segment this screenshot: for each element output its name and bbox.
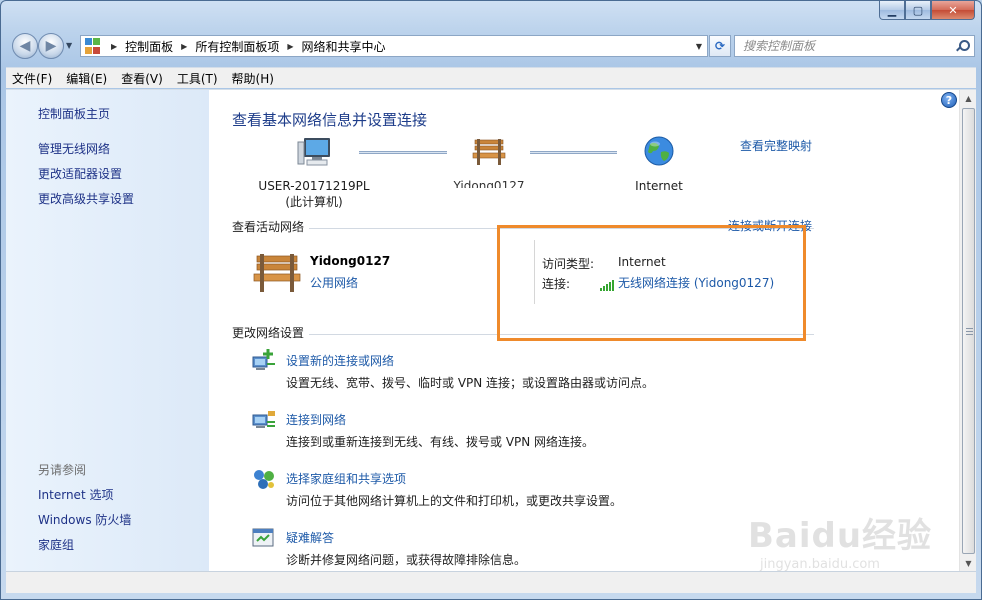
sidebar-homegroup[interactable]: 家庭组 <box>38 536 74 553</box>
connection-line <box>530 151 617 154</box>
control-panel-icon <box>85 38 103 54</box>
homegroup-desc: 访问位于其他网络计算机上的文件和打印机，或更改共享设置。 <box>286 494 623 508</box>
troubleshoot-icon <box>252 528 274 547</box>
connect-network-link[interactable]: 连接到网络 <box>286 411 346 428</box>
wireless-connection-link[interactable]: 无线网络连接 (Yidong0127) <box>600 274 774 291</box>
breadcrumb-network-center[interactable]: 网络和共享中心 <box>302 38 386 55</box>
connections-label: 连接: <box>542 277 571 291</box>
vertical-scrollbar[interactable]: ▲ ▼ <box>959 90 976 572</box>
computer-name: USER-20171219PL <box>258 179 370 193</box>
wifi-signal-icon <box>600 280 614 291</box>
wireless-connection-label: 无线网络连接 (Yidong0127) <box>618 276 775 290</box>
bench-icon <box>472 139 506 165</box>
this-computer-label: USER-20171219PL (此计算机) <box>249 178 379 210</box>
sidebar-manage-wireless[interactable]: 管理无线网络 <box>38 140 110 157</box>
network-node-label: Yidong0127 <box>453 179 525 188</box>
help-icon[interactable]: ? <box>941 92 957 108</box>
computer-icon <box>297 138 330 166</box>
chevron-right-icon[interactable]: ▶ <box>181 42 187 51</box>
internet-label: Internet <box>635 179 683 193</box>
access-type-label: 访问类型: <box>542 257 595 271</box>
network-name: Yidong0127 <box>310 254 391 268</box>
troubleshoot-link[interactable]: 疑难解答 <box>286 529 334 546</box>
search-box <box>734 35 975 57</box>
back-button[interactable]: ◀ <box>12 33 38 59</box>
connection-line <box>359 151 447 154</box>
refresh-icon: ⟳ <box>714 39 726 53</box>
setup-connection-desc: 设置无线、宽带、拨号、临时或 VPN 连接；或设置路由器或访问点。 <box>286 376 655 390</box>
menu-view[interactable]: 查看(V) <box>115 70 169 87</box>
caption-buttons: ▁ ▢ ✕ <box>879 1 975 20</box>
scroll-up-icon[interactable]: ▲ <box>960 90 977 107</box>
homegroup-icon <box>254 470 274 489</box>
globe-icon <box>644 136 674 166</box>
view-full-map-link[interactable]: 查看完整映射 <box>740 137 812 154</box>
section-divider <box>309 334 814 335</box>
connect-network-desc: 连接到或重新连接到无线、有线、拨号或 VPN 网络连接。 <box>286 435 595 449</box>
window: ▁ ▢ ✕ ◀ ▶ ▼ ▶ 控制面板 ▶ 所有控制面板项 ▶ 网络和共享中心 ▼… <box>0 0 982 600</box>
page-title: 查看基本网络信息并设置连接 <box>232 111 428 129</box>
scroll-down-icon[interactable]: ▼ <box>960 555 977 572</box>
forward-button[interactable]: ▶ <box>38 33 64 59</box>
see-also-label: 另请参阅 <box>38 463 87 477</box>
vertical-divider <box>534 240 535 304</box>
network-type-link[interactable]: 公用网络 <box>310 274 358 291</box>
menu-help[interactable]: 帮助(H) <box>226 70 280 87</box>
search-icon[interactable] <box>956 40 970 52</box>
setup-connection-link[interactable]: 设置新的连接或网络 <box>286 352 394 369</box>
chevron-right-icon: ▶ <box>111 41 118 51</box>
refresh-button[interactable]: ⟳ <box>709 35 731 57</box>
change-settings-title: 更改网络设置 <box>232 326 305 340</box>
address-dropdown-icon[interactable]: ▼ <box>691 42 707 51</box>
client-area: 控制面板主页 管理无线网络 更改适配器设置 更改高级共享设置 另请参阅 Inte… <box>6 89 976 572</box>
main-content: 查看基本网络信息并设置连接 查看完整映射 USER-20171219PL (此计… <box>209 90 959 572</box>
maximize-button[interactable]: ▢ <box>905 1 931 20</box>
access-type-value: Internet <box>618 255 666 269</box>
this-computer-caption: (此计算机) <box>285 195 343 209</box>
sidebar-control-panel-home[interactable]: 控制面板主页 <box>38 105 110 122</box>
minimize-button[interactable]: ▁ <box>879 1 905 20</box>
breadcrumb: ▶ 控制面板 ▶ 所有控制面板项 ▶ 网络和共享中心 <box>103 38 386 55</box>
menu-bar: 文件(F) 编辑(E) 查看(V) 工具(T) 帮助(H) <box>6 67 976 88</box>
grip-icon <box>966 328 973 336</box>
troubleshoot-desc: 诊断并修复网络问题，或获得故障排除信息。 <box>286 553 527 567</box>
scrollbar-thumb[interactable] <box>962 108 975 554</box>
bench-icon <box>253 254 301 292</box>
navigation-bar: ◀ ▶ ▼ ▶ 控制面板 ▶ 所有控制面板项 ▶ 网络和共享中心 ▼ ⟳ <box>9 33 975 59</box>
address-bar[interactable]: ▶ 控制面板 ▶ 所有控制面板项 ▶ 网络和共享中心 ▼ <box>80 35 708 57</box>
sidebar-internet-options[interactable]: Internet 选项 <box>38 486 113 503</box>
chevron-right-icon[interactable]: ▶ <box>287 42 293 51</box>
breadcrumb-all-items[interactable]: 所有控制面板项 <box>195 38 279 55</box>
sidebar: 控制面板主页 管理无线网络 更改适配器设置 更改高级共享设置 另请参阅 Inte… <box>6 90 209 572</box>
menu-tools[interactable]: 工具(T) <box>171 70 224 87</box>
sidebar-advanced-sharing[interactable]: 更改高级共享设置 <box>38 190 134 207</box>
sidebar-windows-firewall[interactable]: Windows 防火墙 <box>38 511 131 528</box>
homegroup-link[interactable]: 选择家庭组和共享选项 <box>286 470 406 487</box>
close-button[interactable]: ✕ <box>931 1 975 20</box>
active-networks-title: 查看活动网络 <box>232 220 305 234</box>
breadcrumb-control-panel[interactable]: 控制面板 <box>125 38 173 55</box>
status-bar <box>6 571 976 593</box>
menu-file[interactable]: 文件(F) <box>6 70 58 87</box>
connect-network-icon <box>252 411 275 428</box>
search-input[interactable] <box>743 39 943 53</box>
new-connection-icon <box>252 349 275 370</box>
menu-edit[interactable]: 编辑(E) <box>60 70 113 87</box>
sidebar-change-adapter[interactable]: 更改适配器设置 <box>38 165 122 182</box>
recent-pages-dropdown[interactable]: ▼ <box>66 41 72 50</box>
connect-disconnect-link[interactable]: 连接或断开连接 <box>728 217 812 234</box>
